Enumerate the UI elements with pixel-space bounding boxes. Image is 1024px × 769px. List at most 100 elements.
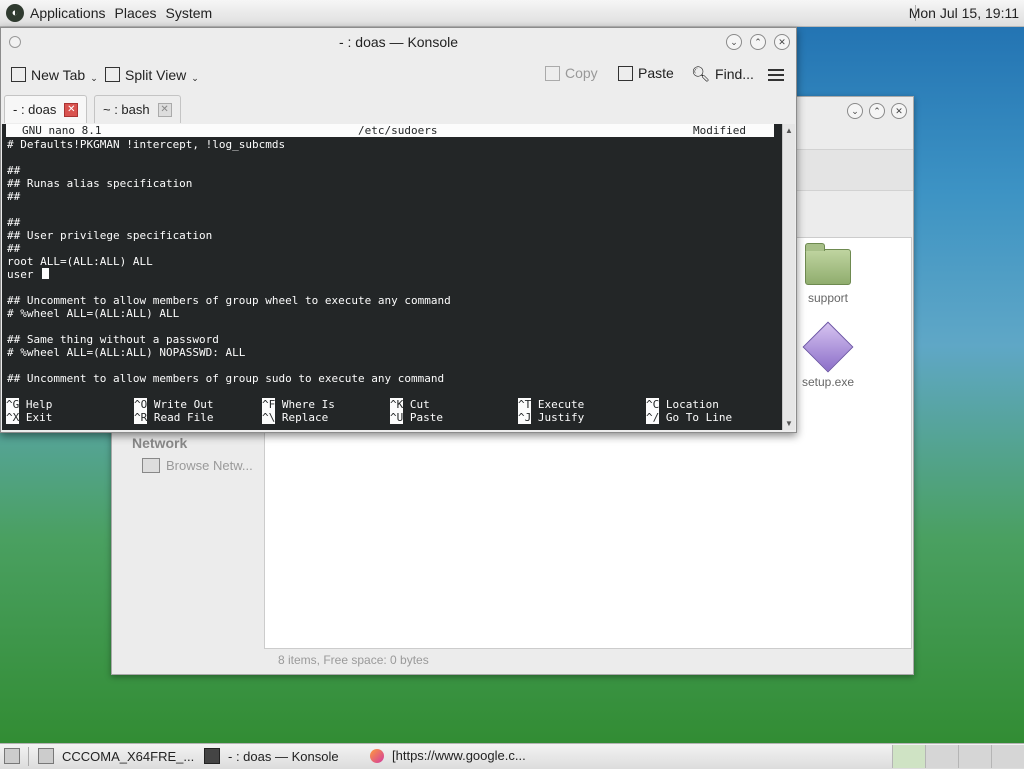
- applications-menu[interactable]: Applications: [30, 5, 106, 21]
- shortcut-key: ^F: [262, 398, 276, 411]
- fm-window-buttons: ⌄ ⌃ ✕: [847, 103, 907, 119]
- editor-line-cursor: user: [7, 268, 50, 281]
- shortcut-replace: ^\ Replace: [262, 411, 328, 424]
- new-tab-button[interactable]: New Tab ⌄: [11, 65, 98, 84]
- firefox-icon: [370, 748, 384, 763]
- task-file-manager[interactable]: CCCOMA_X64FRE_...: [38, 748, 194, 764]
- new-tab-icon: [11, 67, 26, 82]
- editor-line: ## Uncomment to allow members of group s…: [7, 372, 445, 385]
- tab-label: ~ : bash: [103, 102, 150, 117]
- find-button[interactable]: 🔍︎ Find...: [691, 65, 754, 83]
- shortcut-write-out: ^O Write Out: [134, 398, 213, 411]
- paste-icon: [618, 65, 633, 81]
- shortcut-key: ^O: [134, 398, 148, 411]
- close-icon[interactable]: ✕: [891, 103, 907, 119]
- file-item-support[interactable]: support: [793, 243, 863, 305]
- editor-line: ## Same thing without a password: [7, 333, 219, 346]
- minimize-icon[interactable]: ⌄: [847, 103, 863, 119]
- chevron-down-icon[interactable]: ⌄: [90, 73, 98, 84]
- shortcut-key: ^U: [390, 411, 404, 424]
- top-panel: ◐ Applications Places System Mon Jul 15,…: [0, 0, 1024, 27]
- shortcut-label: Exit: [25, 411, 53, 424]
- top-menu: ◐ Applications Places System: [6, 4, 212, 22]
- folder-icon: [805, 243, 851, 285]
- maximize-icon[interactable]: ⌃: [869, 103, 885, 119]
- shortcut-label: Where Is: [281, 398, 335, 411]
- tab-doas[interactable]: - : doas ✕: [4, 95, 88, 123]
- paste-button[interactable]: Paste: [618, 65, 674, 81]
- editor-line: # Defaults!PKGMAN !intercept, !log_subcm…: [7, 138, 286, 151]
- file-name: setup.exe: [801, 375, 855, 389]
- sidebar-item-browse-network[interactable]: Browse Netw...: [142, 458, 253, 473]
- distro-logo-icon[interactable]: ◐: [6, 4, 24, 22]
- editor-line: ##: [7, 242, 21, 255]
- fm-status-bar: 8 items, Free space: 0 bytes: [278, 653, 429, 667]
- shortcut-location: ^C Location: [646, 398, 719, 411]
- copy-icon: [545, 65, 560, 81]
- maximize-icon[interactable]: ⌃: [750, 34, 766, 50]
- places-menu[interactable]: Places: [115, 5, 157, 21]
- file-item-setup[interactable]: setup.exe: [793, 321, 863, 389]
- editor-line: # %wheel ALL=(ALL:ALL) ALL: [7, 307, 180, 320]
- scroll-down-icon[interactable]: ▼: [785, 419, 793, 428]
- shortcut-paste: ^U Paste: [390, 411, 443, 424]
- shortcut-label: Paste: [409, 411, 443, 424]
- editor-line: ##: [7, 190, 21, 203]
- close-tab-icon[interactable]: ✕: [157, 102, 172, 117]
- editor-line: # %wheel ALL=(ALL:ALL) NOPASSWD: ALL: [7, 346, 246, 359]
- sidebar-item-label: Browse Netw...: [166, 458, 253, 473]
- task-firefox[interactable]: [https://www.google.c...: [370, 748, 526, 763]
- terminal-scrollbar[interactable]: ▲ ▼: [782, 124, 795, 430]
- workspace-3[interactable]: [958, 745, 991, 768]
- copy-button[interactable]: Copy: [545, 65, 598, 81]
- nano-modified: Modified: [693, 124, 746, 137]
- workspace-1[interactable]: [892, 745, 925, 768]
- close-icon[interactable]: ✕: [774, 34, 790, 50]
- task-label: CCCOMA_X64FRE_...: [62, 748, 195, 764]
- shortcut-help: ^G Help: [6, 398, 52, 411]
- shortcut-execute: ^T Execute: [518, 398, 584, 411]
- shortcut-key: ^/: [646, 411, 660, 424]
- split-view-button[interactable]: Split View ⌄: [105, 65, 199, 84]
- shortcut-label: Write Out: [153, 398, 214, 411]
- file-name: support: [807, 291, 849, 305]
- workspace-4[interactable]: [991, 745, 1024, 768]
- shortcut-key: ^\: [262, 411, 276, 424]
- tab-bash[interactable]: ~ : bash ✕: [94, 95, 181, 123]
- show-desktop-icon: [4, 748, 20, 764]
- new-tab-label: New Tab: [31, 66, 86, 83]
- terminal-view[interactable]: GNU nano 8.1 /etc/sudoers Modified # Def…: [2, 124, 782, 430]
- shortcut-go-to-line: ^/ Go To Line: [646, 411, 732, 424]
- shortcut-exit: ^X Exit: [6, 411, 52, 424]
- editor-line: ## Runas alias specification: [7, 177, 193, 190]
- shortcut-key: ^X: [6, 411, 20, 424]
- shortcut-key: ^J: [518, 411, 532, 424]
- workspace-2[interactable]: [925, 745, 958, 768]
- minimize-icon[interactable]: ⌄: [726, 34, 742, 50]
- chevron-down-icon[interactable]: ⌄: [191, 73, 199, 84]
- nano-filename: /etc/sudoers: [358, 124, 438, 137]
- clock[interactable]: Mon Jul 15, 19:11: [909, 5, 1019, 21]
- system-menu[interactable]: System: [166, 5, 213, 21]
- shortcut-read-file: ^R Read File: [134, 411, 213, 424]
- folder-icon: [38, 748, 54, 764]
- terminal-icon: [204, 748, 220, 764]
- shortcut-label: Cut: [409, 398, 430, 411]
- shortcut-key: ^K: [390, 398, 404, 411]
- konsole-tab-bar: - : doas ✕ ~ : bash ✕: [1, 93, 796, 123]
- close-tab-icon[interactable]: ✕: [64, 102, 79, 117]
- shortcut-key: ^R: [134, 411, 148, 424]
- copy-label: Copy: [565, 65, 598, 81]
- hamburger-menu-icon[interactable]: [768, 69, 784, 81]
- scroll-up-icon[interactable]: ▲: [785, 126, 793, 135]
- find-label: Find...: [715, 66, 754, 82]
- shortcut-label: Read File: [153, 411, 214, 424]
- network-icon: [142, 458, 160, 473]
- konsole-window[interactable]: - : doas — Konsole ⌄ ⌃ ✕ New Tab ⌄ Split…: [0, 27, 797, 433]
- taskbar-separator: [28, 747, 29, 766]
- sidebar-section-network: Network: [132, 435, 188, 451]
- editor-line: ## Uncomment to allow members of group w…: [7, 294, 451, 307]
- show-desktop-button[interactable]: [4, 748, 20, 764]
- editor-line: ## User privilege specification: [7, 229, 213, 242]
- task-konsole[interactable]: - : doas — Konsole: [204, 748, 339, 764]
